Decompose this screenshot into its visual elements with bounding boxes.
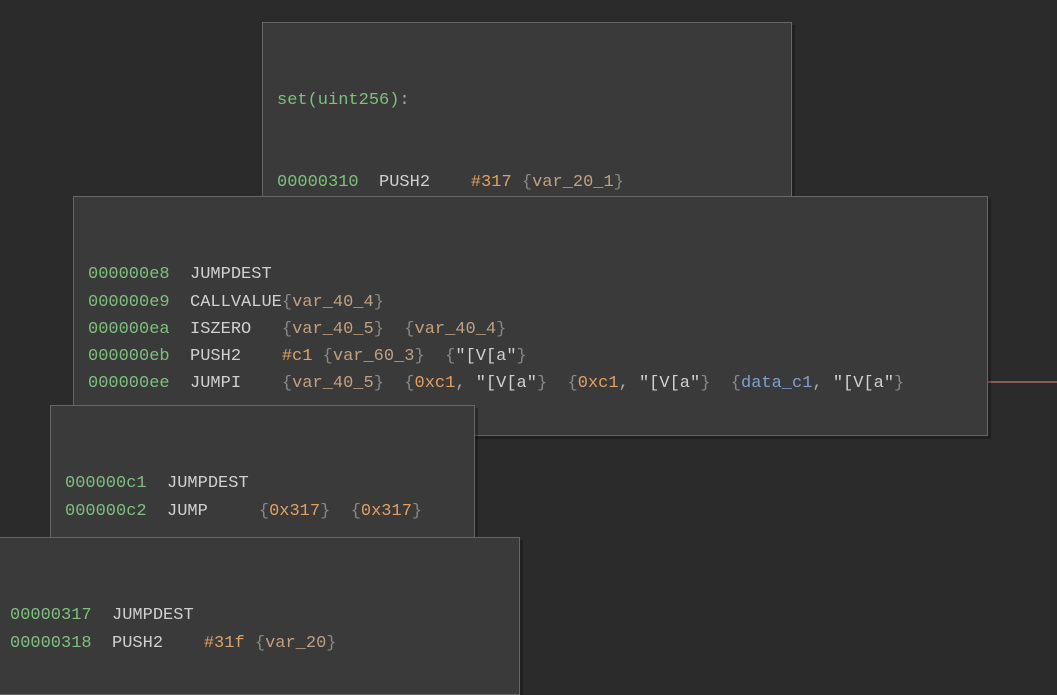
instruction-row: 000000c2 JUMP {0x317} {0x317} xyxy=(65,498,460,525)
basic-block-4[interactable]: 00000317 JUMPDEST 00000318 PUSH2 #31f {v… xyxy=(0,537,520,695)
instruction-row: 00000318 PUSH2 #31f {var_20} xyxy=(10,630,505,657)
instruction-row: 000000eb PUSH2 #c1 {var_60_3} {"[V[a"} xyxy=(88,343,973,370)
instruction-row: 00000310 PUSH2 #317 {var_20_1} xyxy=(277,169,777,196)
instruction-row: 00000317 JUMPDEST xyxy=(10,602,505,629)
func-signature: set(uint256): xyxy=(277,87,777,114)
instruction-row: 000000ee JUMPI {var_40_5} {0xc1, "[V[a"}… xyxy=(88,370,973,397)
instruction-row: 000000e8 JUMPDEST xyxy=(88,261,973,288)
basic-block-2[interactable]: 000000e8 JUMPDEST 000000e9 CALLVALUE{var… xyxy=(73,196,988,436)
instruction-row: 000000c1 JUMPDEST xyxy=(65,470,460,497)
instruction-row: 000000e9 CALLVALUE{var_40_4} xyxy=(88,289,973,316)
instruction-row: 000000ea ISZERO {var_40_5} {var_40_4} xyxy=(88,316,973,343)
